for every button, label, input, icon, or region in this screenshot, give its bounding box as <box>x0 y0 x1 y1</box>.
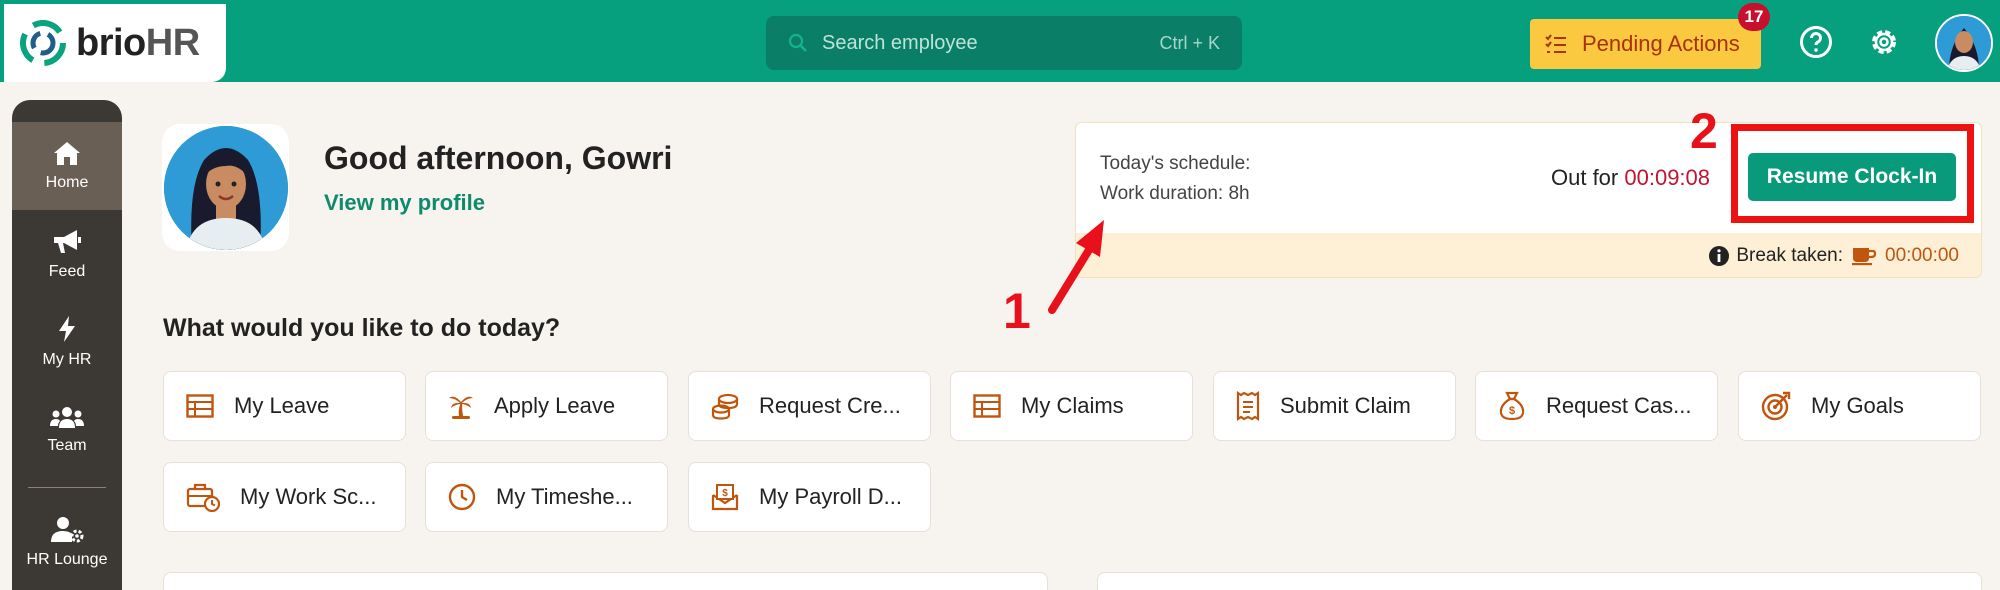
search-placeholder: Search employee <box>822 31 978 54</box>
settings-button[interactable] <box>1866 24 1902 60</box>
target-icon <box>1761 391 1791 421</box>
team-icon <box>50 407 84 428</box>
pending-actions-label: Pending Actions <box>1582 31 1740 56</box>
tile-my-leave[interactable]: My Leave <box>163 371 406 441</box>
sidebar-item-label: HR Lounge <box>26 551 108 568</box>
home-icon <box>54 142 80 165</box>
info-icon <box>1709 246 1730 266</box>
tile-my-goals[interactable]: My Goals <box>1738 371 1981 441</box>
user-portrait-icon <box>1937 16 1991 70</box>
sidebar-item-label: My HR <box>42 351 92 368</box>
tile-request-credit[interactable]: Request Cre... <box>688 371 931 441</box>
sidebar-item-label: Feed <box>48 263 86 280</box>
sidebar-item-hr-lounge[interactable]: HR Lounge <box>12 498 122 586</box>
checklist-icon <box>1545 34 1566 53</box>
tile-submit-claim[interactable]: Submit Claim <box>1213 371 1456 441</box>
tile-label: My Timeshe... <box>496 484 633 509</box>
tile-my-payroll[interactable]: $ My Payroll D... <box>688 462 931 532</box>
profile-avatar[interactable] <box>162 124 289 251</box>
view-profile-link[interactable]: View my profile <box>324 190 485 216</box>
sidebar-item-home[interactable]: Home <box>12 122 122 210</box>
greeting-heading: Good afternoon, Gowri <box>324 140 673 176</box>
sidebar-divider <box>28 487 106 488</box>
schedule-label: Today's schedule: <box>1100 153 1251 174</box>
out-for-status: Out for 00:09:08 <box>1551 165 1710 191</box>
help-button[interactable] <box>1798 24 1834 60</box>
sidebar-item-team[interactable]: Team <box>12 386 122 474</box>
annotation-number-1: 1 <box>1003 283 1031 339</box>
user-portrait-icon <box>163 125 288 250</box>
break-taken-label: Break taken: <box>1736 245 1844 266</box>
annotation-arrow <box>1048 220 1104 314</box>
tile-label: Request Cas... <box>1546 393 1692 418</box>
search-shortcut: Ctrl + K <box>1159 32 1220 53</box>
bottom-widget-left <box>163 572 1048 590</box>
tile-label: Apply Leave <box>494 393 616 418</box>
brand-logo[interactable]: brioHR <box>4 4 226 82</box>
pending-count-badge: 17 <box>1738 3 1770 31</box>
search-input[interactable]: Search employee Ctrl + K <box>766 16 1242 70</box>
receipt-icon <box>1236 391 1260 421</box>
out-for-timer: 00:09:08 <box>1624 165 1711 190</box>
logo-brio-text: brio <box>76 21 146 64</box>
search-icon <box>788 33 807 52</box>
sidebar-item-my-hr[interactable]: My HR <box>12 298 122 386</box>
tile-request-cash[interactable]: $ Request Cas... <box>1475 371 1718 441</box>
sidebar: Home Feed My HR Team HR Lounge <box>12 100 122 590</box>
annotation-number-2: 2 <box>1690 103 1718 159</box>
coffee-cup-icon <box>1852 248 1877 266</box>
payslip-envelope-icon: $ <box>711 484 739 511</box>
tile-label: My Leave <box>234 393 330 418</box>
briefcase-clock-icon <box>186 483 220 512</box>
sidebar-item-label: Team <box>47 437 87 454</box>
tile-label: My Goals <box>1811 393 1904 418</box>
brio-logo-icon <box>20 20 66 66</box>
logo-hr-text: HR <box>145 21 200 64</box>
money-bag-icon: $ <box>1499 391 1525 421</box>
tile-label: My Claims <box>1021 393 1124 418</box>
clock-icon <box>448 483 476 511</box>
svg-text:$: $ <box>722 488 728 499</box>
top-bar: brioHR Search employee Ctrl + K Pending … <box>0 0 2000 82</box>
table-icon <box>186 394 214 418</box>
sidebar-item-label: Home <box>45 174 89 191</box>
tile-my-claims[interactable]: My Claims <box>950 371 1193 441</box>
palm-tree-icon <box>449 396 473 419</box>
tile-label: Request Cre... <box>759 393 901 418</box>
megaphone-icon <box>54 230 81 253</box>
break-taken-time: 00:00:00 <box>1885 245 1959 266</box>
svg-text:$: $ <box>1509 405 1515 417</box>
pending-actions-button[interactable]: Pending Actions <box>1530 19 1761 69</box>
help-icon <box>1800 26 1832 58</box>
user-avatar[interactable] <box>1935 14 1993 72</box>
break-taken-row: Break taken: 00:00:00 <box>1708 245 1959 267</box>
tile-label: Submit Claim <box>1280 393 1411 418</box>
bolt-icon <box>59 316 75 342</box>
actions-section-title: What would you like to do today? <box>163 314 561 342</box>
bottom-widget-right <box>1097 572 1982 590</box>
tile-label: My Work Sc... <box>240 484 377 509</box>
coins-icon <box>711 393 739 420</box>
tile-my-timesheet[interactable]: My Timeshe... <box>425 462 668 532</box>
gear-icon <box>1872 30 1896 54</box>
table-icon <box>973 394 1001 418</box>
tile-label: My Payroll D... <box>759 484 903 509</box>
sidebar-item-feed[interactable]: Feed <box>12 210 122 298</box>
tile-my-work-schedule[interactable]: My Work Sc... <box>163 462 406 532</box>
work-duration: Work duration: 8h <box>1100 183 1250 204</box>
out-for-label: Out for <box>1551 165 1619 190</box>
annotation-highlight-box <box>1731 124 1974 223</box>
tile-apply-leave[interactable]: Apply Leave <box>425 371 668 441</box>
user-gear-icon <box>51 517 84 543</box>
